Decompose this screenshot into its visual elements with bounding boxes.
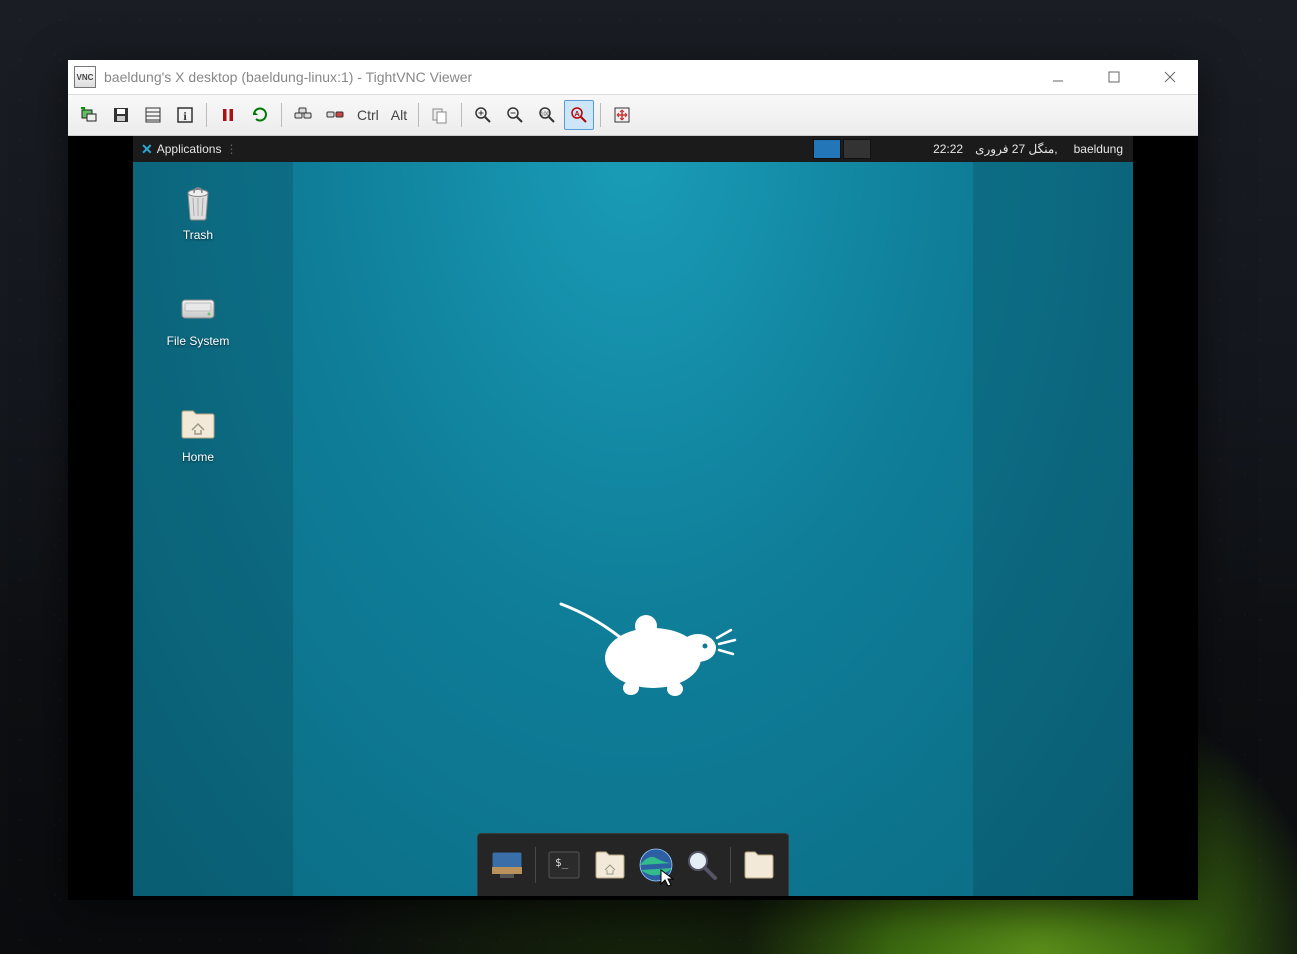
fullscreen-button[interactable] (607, 100, 637, 130)
remote-display-area[interactable]: ✕ Applications ⋮ (68, 136, 1198, 900)
new-connection-button[interactable] (74, 100, 104, 130)
network-indicator[interactable] (879, 136, 891, 162)
svg-text:100: 100 (541, 112, 550, 118)
desktop-icon-filesystem[interactable]: File System (153, 286, 243, 348)
svg-text:i: i (183, 109, 187, 123)
desktop-icon-label: Trash (153, 228, 243, 242)
drive-icon (176, 286, 220, 330)
desktop-icon-trash[interactable]: Trash (153, 180, 243, 242)
menu-grip-icon: ⋮ (225, 142, 237, 156)
connection-options-button[interactable] (138, 100, 168, 130)
desktop-icon-label: Home (153, 450, 243, 464)
user-menu[interactable]: baeldung (1064, 136, 1133, 162)
send-ctrl-esc-button[interactable] (320, 100, 350, 130)
dock-web-browser[interactable] (635, 844, 677, 886)
date-text: منگل 27 فروری, (975, 142, 1058, 156)
xfce-mouse-wallpaper-icon (553, 596, 743, 706)
toolbar-separator (418, 103, 419, 127)
dock-terminal[interactable]: $_ (543, 844, 585, 886)
minimize-button[interactable] (1030, 60, 1086, 94)
connection-info-button[interactable]: i (170, 100, 200, 130)
maximize-button[interactable] (1086, 60, 1142, 94)
save-session-button[interactable] (106, 100, 136, 130)
zoom-in-button[interactable] (468, 100, 498, 130)
send-ctrl-alt-del-button[interactable] (288, 100, 318, 130)
notification-indicator[interactable] (915, 136, 927, 162)
clock-time: 22:22 (933, 142, 963, 156)
dock-separator (730, 847, 731, 883)
dock-show-desktop[interactable] (486, 844, 528, 886)
workspace-1[interactable] (813, 139, 841, 159)
zoom-100-button[interactable]: 100 (532, 100, 562, 130)
remote-xfce-desktop[interactable]: ✕ Applications ⋮ (133, 136, 1133, 896)
file-transfer-button[interactable] (425, 100, 455, 130)
workspace-2[interactable] (843, 139, 871, 159)
toolbar-separator (600, 103, 601, 127)
dock-app-finder[interactable] (681, 844, 723, 886)
trash-icon (176, 180, 220, 224)
home-folder-icon (176, 402, 220, 446)
dock-directory[interactable] (738, 844, 780, 886)
xfce-logo-icon: ✕ (141, 141, 153, 158)
tightvnc-app-icon: VNC (74, 66, 96, 88)
vnc-toolbar: i Ctrl Alt 100 A (68, 94, 1198, 136)
toolbar-separator (206, 103, 207, 127)
toolbar-separator (461, 103, 462, 127)
svg-text:A: A (575, 111, 580, 118)
ctrl-toggle-button[interactable]: Ctrl (352, 100, 384, 130)
xfce-top-panel: ✕ Applications ⋮ (133, 136, 1133, 162)
workspace-switcher[interactable] (813, 139, 871, 159)
toolbar-separator (281, 103, 282, 127)
window-title: baeldung's X desktop (baeldung-linux:1) … (104, 69, 472, 85)
volume-indicator[interactable] (891, 136, 903, 162)
applications-menu-label: Applications (157, 142, 222, 156)
close-button[interactable] (1142, 60, 1198, 94)
pause-button[interactable] (213, 100, 243, 130)
xfce-bottom-dock: $_ (477, 833, 789, 896)
battery-indicator[interactable] (903, 136, 915, 162)
desktop-icon-label: File System (153, 334, 243, 348)
tightvnc-window: VNC baeldung's X desktop (baeldung-linux… (68, 60, 1198, 900)
dock-file-manager[interactable] (589, 844, 631, 886)
applications-menu-button[interactable]: ✕ Applications ⋮ (133, 136, 245, 162)
dock-separator (535, 847, 536, 883)
user-label: baeldung (1074, 142, 1123, 156)
clock[interactable]: 22:22 (927, 136, 969, 162)
refresh-button[interactable] (245, 100, 275, 130)
alt-toggle-button[interactable]: Alt (386, 100, 412, 130)
date-display[interactable]: منگل 27 فروری, (969, 136, 1064, 162)
desktop-icon-home[interactable]: Home (153, 402, 243, 464)
zoom-out-button[interactable] (500, 100, 530, 130)
cursor-icon (659, 868, 679, 888)
window-titlebar[interactable]: VNC baeldung's X desktop (baeldung-linux… (68, 60, 1198, 94)
zoom-auto-button[interactable]: A (564, 100, 594, 130)
svg-text:$_: $_ (555, 856, 569, 869)
